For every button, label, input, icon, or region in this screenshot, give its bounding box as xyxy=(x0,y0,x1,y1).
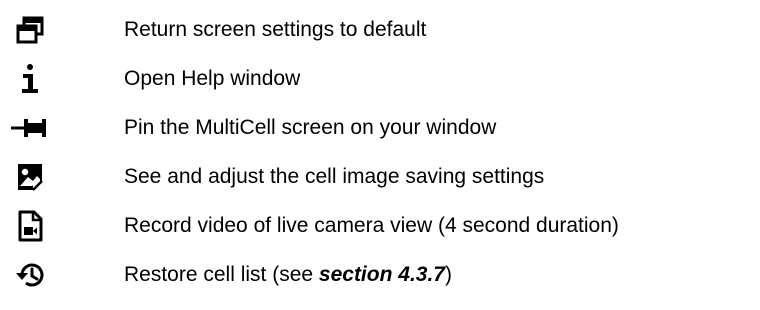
legend-label: Open Help window xyxy=(124,67,301,90)
label-prefix: Restore cell list (see xyxy=(124,263,319,286)
restore-windows-icon xyxy=(10,10,50,50)
legend-row-restore-cell-list: Restore cell list (see section 4.3.7) xyxy=(0,253,760,297)
legend-row-help: Open Help window xyxy=(0,57,760,101)
legend-label: Record video of live camera view (4 seco… xyxy=(124,214,619,237)
section-reference: section 4.3.7 xyxy=(318,263,445,286)
history-restore-icon xyxy=(10,255,50,295)
icon-legend: Return screen settings to default Open H… xyxy=(0,0,760,310)
legend-label: See and adjust the cell image saving set… xyxy=(124,165,545,188)
image-settings-icon xyxy=(10,157,50,197)
pin-icon xyxy=(10,108,50,148)
legend-row-pin: Pin the MultiCell screen on your window xyxy=(0,106,760,150)
legend-row-restore-defaults: Return screen settings to default xyxy=(0,8,760,52)
legend-label: Return screen settings to default xyxy=(124,18,427,41)
video-file-icon xyxy=(10,206,50,246)
legend-row-image-settings: See and adjust the cell image saving set… xyxy=(0,155,760,199)
legend-label: Pin the MultiCell screen on your window xyxy=(124,116,497,139)
legend-label: Restore cell list (see section 4.3.7) xyxy=(124,260,452,290)
legend-row-record-video: Record video of live camera view (4 seco… xyxy=(0,204,760,248)
label-suffix: ) xyxy=(444,263,452,286)
info-icon xyxy=(10,59,50,99)
